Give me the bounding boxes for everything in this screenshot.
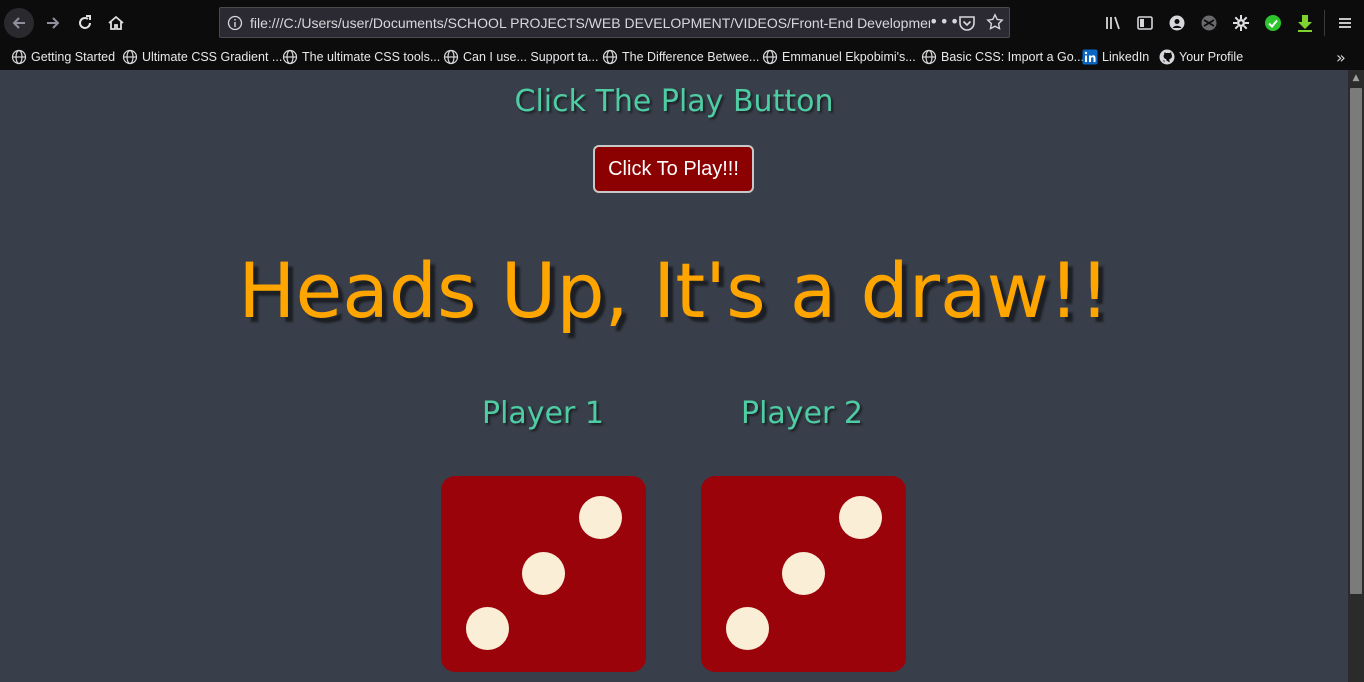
globe-icon: [921, 49, 937, 65]
reload-button[interactable]: [70, 8, 100, 38]
bookmark-label: The Difference Betwee...: [622, 50, 760, 64]
bookmark-item[interactable]: Emmanuel Ekpobimi's...: [762, 48, 916, 66]
instruction-heading: Click The Play Button: [514, 84, 834, 119]
browser-chrome: file:///C:/Users/user/Documents/SCHOOL P…: [0, 0, 1364, 70]
vertical-scrollbar[interactable]: ▲: [1348, 70, 1364, 682]
bookmark-label: The ultimate CSS tools...: [302, 50, 441, 64]
bookmarks-toolbar: Getting Started Ultimate CSS Gradient ..…: [0, 44, 1364, 70]
page-actions-menu-button[interactable]: •••: [929, 12, 960, 31]
url-text[interactable]: file:///C:/Users/user/Documents/SCHOOL P…: [250, 15, 930, 31]
bookmark-label: Basic CSS: Import a Go...: [941, 50, 1085, 64]
player-2-label: Player 2: [741, 396, 863, 431]
settings-gear-icon[interactable]: [1231, 13, 1251, 33]
play-button[interactable]: Click To Play!!!: [593, 145, 754, 193]
bookmark-item[interactable]: LinkedIn: [1082, 48, 1149, 66]
download-arrow-icon[interactable]: [1295, 13, 1315, 33]
globe-icon: [602, 49, 618, 65]
url-main-text: file:///C:/Users/user/Documents/SCHOOL P…: [250, 15, 930, 31]
navigation-toolbar: file:///C:/Users/user/Documents/SCHOOL P…: [0, 4, 1364, 42]
arrow-right-icon: [47, 17, 60, 29]
page-info-icon[interactable]: [227, 15, 243, 35]
linkedin-icon: [1082, 49, 1098, 65]
page-content: Click The Play Button Click To Play!!! H…: [0, 70, 1348, 682]
bookmark-label: LinkedIn: [1102, 50, 1150, 64]
globe-icon: [282, 49, 298, 65]
forward-button[interactable]: [38, 8, 68, 38]
bookmark-item[interactable]: Basic CSS: Import a Go...: [921, 48, 1084, 66]
result-heading: Heads Up, It's a draw!!: [238, 246, 1110, 335]
blocked-extension-icon[interactable]: [1199, 13, 1219, 33]
scroll-up-arrow-icon[interactable]: ▲: [1348, 70, 1364, 86]
scrollbar-thumb[interactable]: [1350, 88, 1362, 594]
account-icon[interactable]: [1167, 13, 1187, 33]
bookmark-item[interactable]: The ultimate CSS tools...: [282, 48, 440, 66]
bookmark-label: Emmanuel Ekpobimi's...: [782, 50, 916, 64]
die-pip: [782, 552, 825, 595]
toolbar-divider: [1324, 10, 1325, 36]
die-pip: [839, 496, 882, 539]
bookmark-label: Can I use... Support ta...: [463, 50, 599, 64]
player-1-die: [441, 476, 646, 672]
bookmark-item[interactable]: Your Profile: [1159, 48, 1243, 66]
globe-icon: [762, 49, 778, 65]
library-icon[interactable]: [1103, 13, 1123, 33]
menu-hamburger-icon[interactable]: [1335, 13, 1355, 33]
bookmark-label: Ultimate CSS Gradient ...: [142, 50, 283, 64]
bookmark-star-icon[interactable]: [986, 13, 1004, 35]
globe-icon: [122, 49, 138, 65]
player-2-die: [701, 476, 906, 672]
die-pip: [466, 607, 509, 650]
github-icon: [1159, 49, 1175, 65]
pocket-icon[interactable]: [958, 14, 976, 36]
bookmark-label: Your Profile: [1179, 50, 1244, 64]
globe-icon: [11, 49, 27, 65]
back-button[interactable]: [4, 8, 34, 38]
sidebar-icon[interactable]: [1135, 13, 1155, 33]
home-icon: [108, 15, 124, 30]
bookmark-label: Getting Started: [31, 50, 116, 64]
bookmark-item[interactable]: Getting Started: [11, 48, 115, 66]
address-bar[interactable]: file:///C:/Users/user/Documents/SCHOOL P…: [219, 7, 1010, 38]
player-1-label: Player 1: [482, 396, 604, 431]
bookmark-item[interactable]: The Difference Betwee...: [602, 48, 759, 66]
die-pip: [522, 552, 565, 595]
reload-icon: [79, 15, 91, 29]
bookmark-item[interactable]: Ultimate CSS Gradient ...: [122, 48, 282, 66]
home-button[interactable]: [101, 8, 131, 38]
globe-icon: [443, 49, 459, 65]
bookmarks-overflow-chevron-icon[interactable]: »: [1336, 48, 1346, 67]
die-pip: [579, 496, 622, 539]
die-pip: [726, 607, 769, 650]
arrow-left-icon: [12, 17, 25, 29]
checkmark-icon[interactable]: [1263, 13, 1283, 33]
bookmark-item[interactable]: Can I use... Support ta...: [443, 48, 599, 66]
